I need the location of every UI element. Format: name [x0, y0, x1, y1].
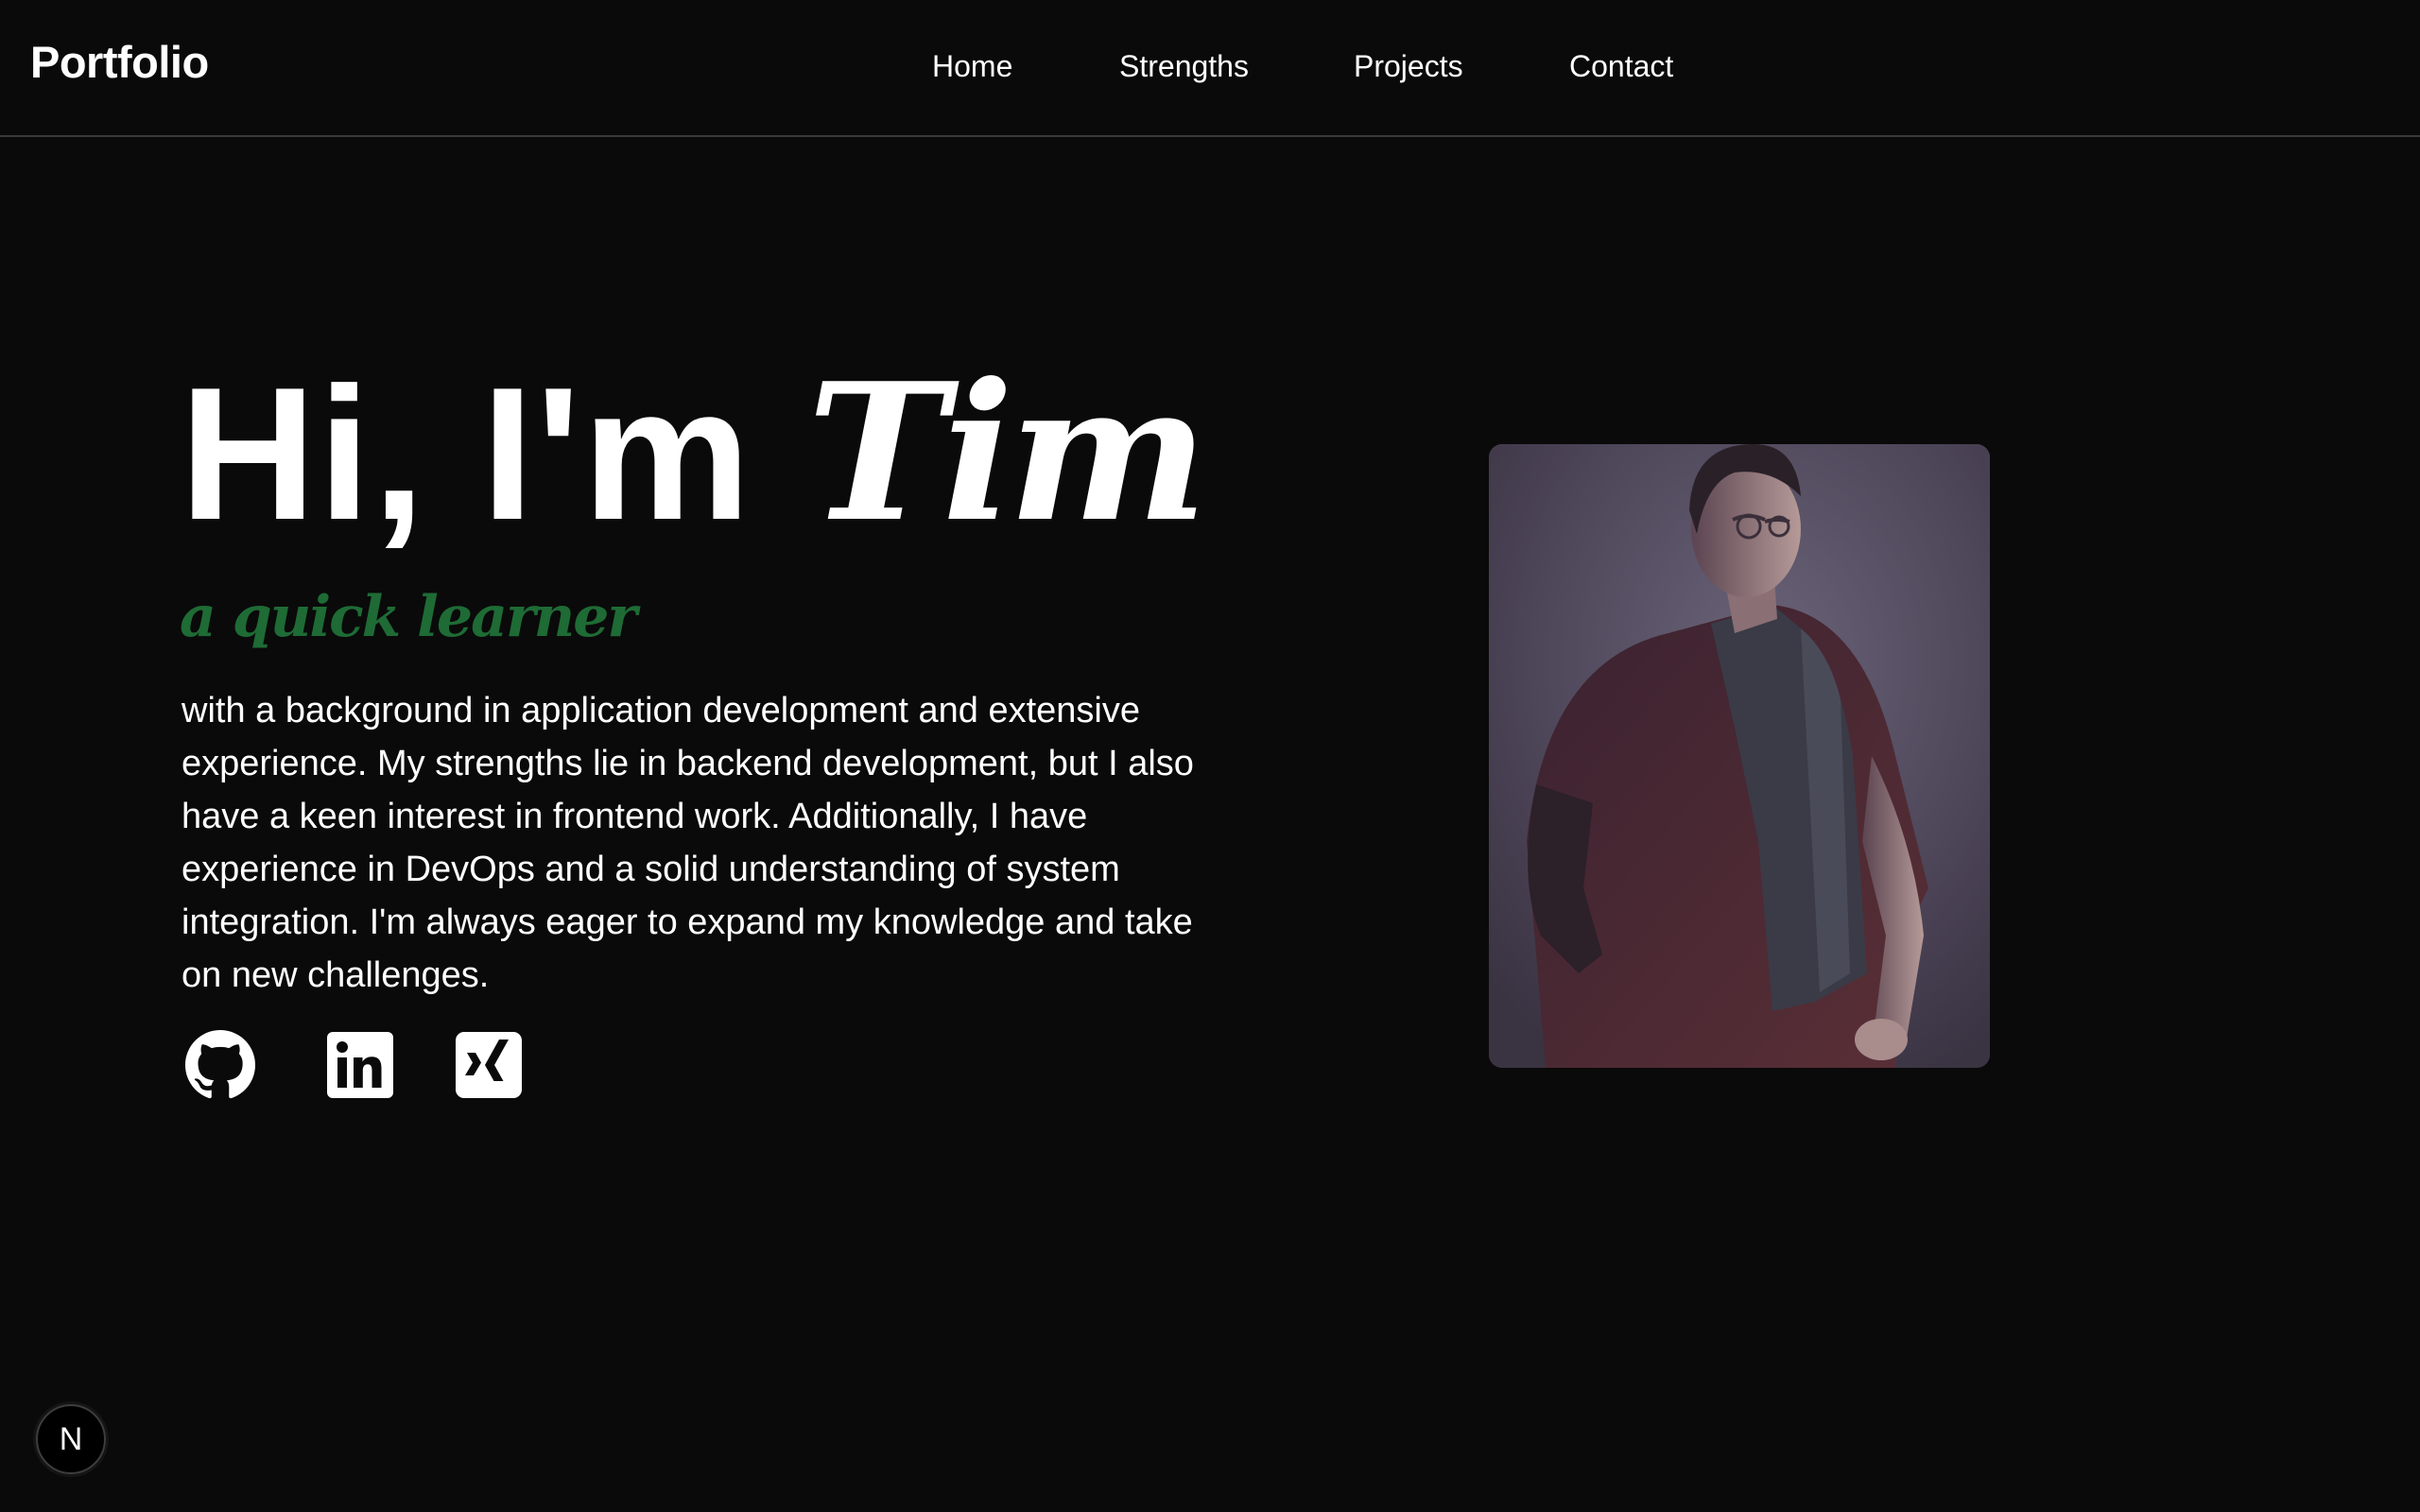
nav-link-contact[interactable]: Contact [1569, 49, 1673, 84]
hero-name: Tim [806, 342, 1208, 564]
nextjs-icon: N [59, 1420, 83, 1457]
xing-link[interactable] [454, 1030, 524, 1100]
brand-logo[interactable]: Portfolio [30, 36, 209, 88]
linkedin-icon [325, 1030, 395, 1100]
nextjs-dev-indicator[interactable]: N [36, 1404, 106, 1474]
nav-link-home[interactable]: Home [932, 49, 1012, 84]
github-link[interactable] [185, 1030, 255, 1100]
hero-bio: with a background in application develop… [182, 691, 1194, 995]
hero-heading: Hi, I'm Tim [180, 359, 1208, 549]
portrait-image [1489, 444, 1990, 1068]
portrait-photo [1489, 444, 1990, 1068]
linkedin-link[interactable] [325, 1030, 395, 1100]
xing-icon [454, 1030, 524, 1100]
nav-link-projects[interactable]: Projects [1354, 49, 1463, 84]
github-icon [185, 1030, 255, 1100]
hero-greeting: Hi, I'm [180, 349, 807, 559]
top-navbar: Portfolio Home Strengths Projects Contac… [0, 0, 2420, 137]
hero-tagline: a quick learner [180, 584, 637, 650]
nav-link-strengths[interactable]: Strengths [1119, 49, 1249, 84]
